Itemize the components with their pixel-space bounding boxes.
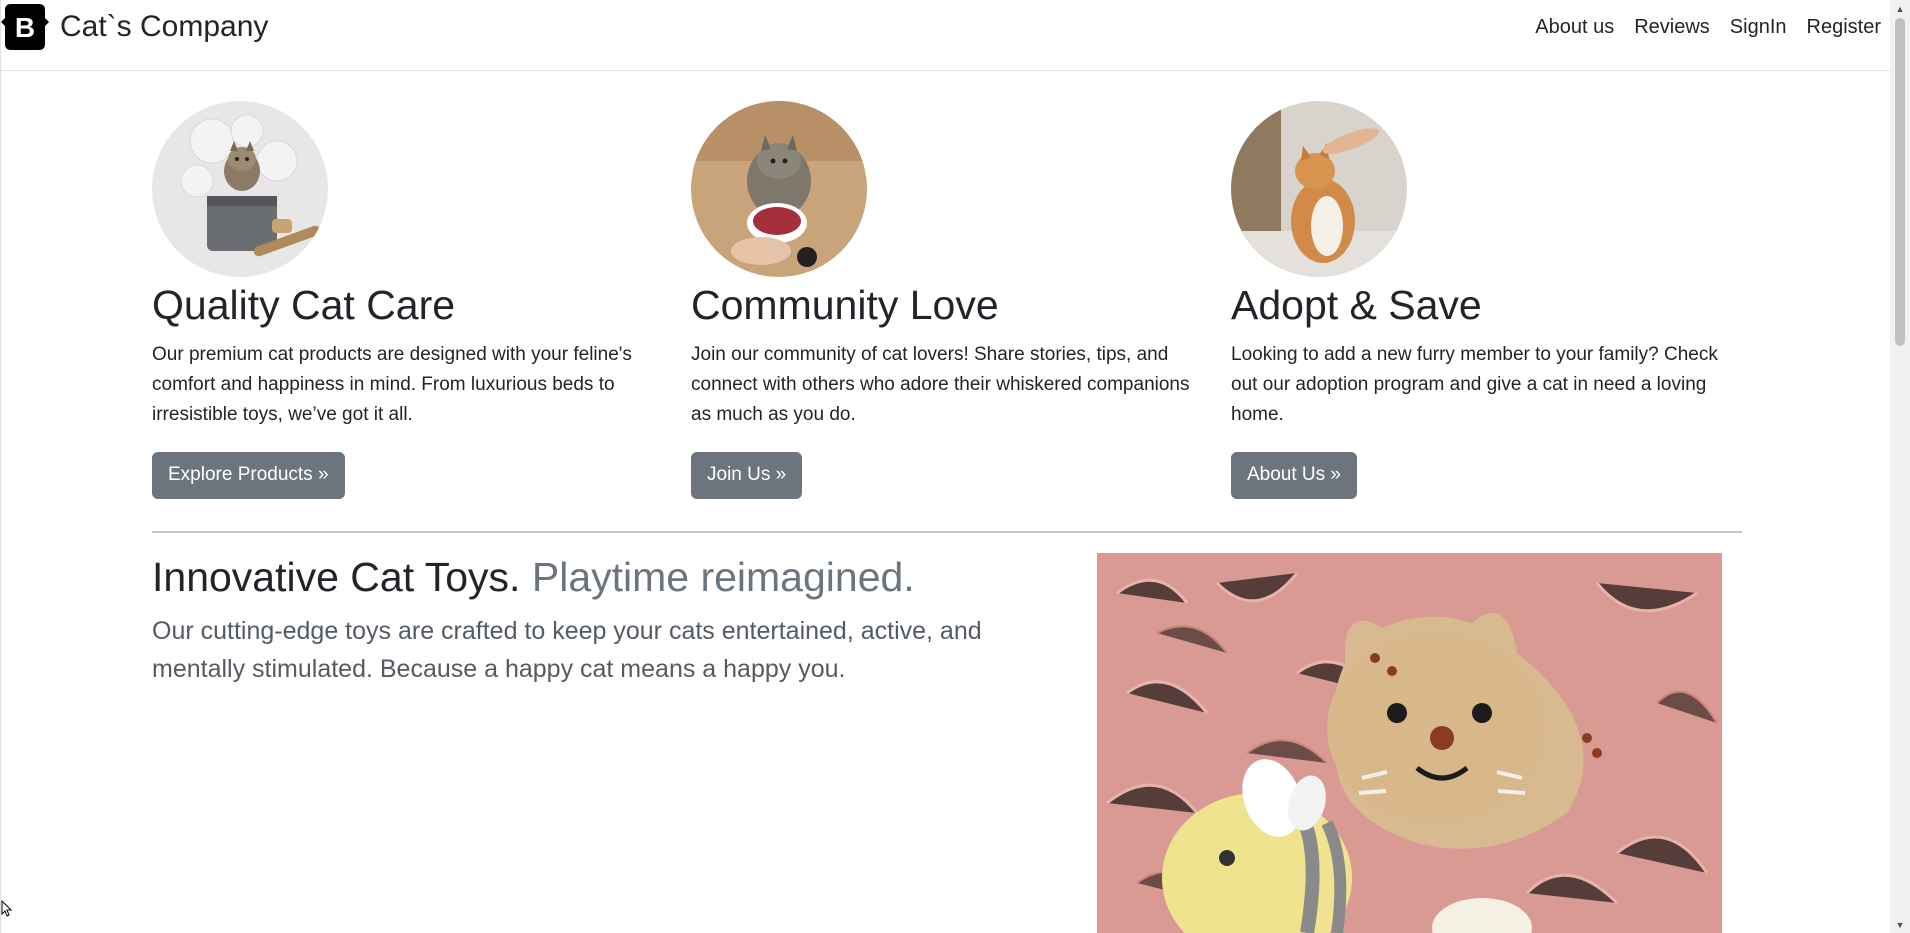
- feature-title: Community Love: [691, 282, 999, 328]
- cat-reaching-hand-image: [1231, 101, 1407, 277]
- featurette-heading: Innovative Cat Toys. Playtime reimagined…: [152, 553, 1052, 602]
- join-us-button[interactable]: Join Us »: [691, 452, 803, 499]
- featurette-heading-muted: Playtime reimagined.: [531, 554, 915, 600]
- page: B Cat`s Company About us Reviews SignIn …: [0, 0, 1910, 933]
- scroll-up-arrow-icon[interactable]: ▲: [1890, 0, 1910, 17]
- featurette-divider: [152, 531, 1742, 533]
- cat-toys-image: [1097, 553, 1722, 933]
- feature-adopt-save: Adopt & Save Looking to add a new furry …: [1231, 101, 1746, 499]
- explore-products-button[interactable]: Explore Products »: [152, 452, 345, 499]
- about-us-button[interactable]: About Us »: [1231, 452, 1357, 499]
- feature-title: Adopt & Save: [1231, 282, 1482, 328]
- feature-text: Our premium cat products are designed wi…: [152, 344, 632, 426]
- main-nav: About us Reviews SignIn Register: [1525, 10, 1891, 45]
- scroll-down-arrow-icon[interactable]: ▼: [1890, 916, 1910, 933]
- scrollbar-thumb[interactable]: [1895, 18, 1905, 346]
- navbar: B Cat`s Company About us Reviews SignIn …: [1, 0, 1891, 71]
- featurette-lead: Our cutting-edge toys are crafted to kee…: [152, 617, 982, 684]
- svg-text:B: B: [15, 12, 35, 43]
- mouse-cursor-icon: [1, 899, 13, 918]
- page-scrollbar[interactable]: ▲ ▼: [1890, 0, 1910, 933]
- brand-link[interactable]: B Cat`s Company: [1, 4, 268, 50]
- feature-text: Join our community of cat lovers! Share …: [691, 344, 1190, 426]
- nav-register[interactable]: Register: [1797, 10, 1891, 45]
- feature-title: Quality Cat Care: [152, 282, 456, 328]
- nav-signin[interactable]: SignIn: [1720, 10, 1797, 45]
- featurette-heading-main: Innovative Cat Toys.: [152, 554, 521, 600]
- feature-quality-cat-care: Quality Cat Care Our premium cat product…: [152, 101, 667, 499]
- featurette-cat-toys: Innovative Cat Toys. Playtime reimagined…: [152, 553, 1052, 688]
- feature-text: Looking to add a new furry member to you…: [1231, 344, 1718, 426]
- brand-name: Cat`s Company: [60, 10, 269, 43]
- cat-eating-image: [691, 101, 867, 277]
- feature-community-love: Community Love Join our community of cat…: [691, 101, 1206, 499]
- bootstrap-logo-icon: B: [1, 4, 49, 50]
- nav-reviews[interactable]: Reviews: [1624, 10, 1720, 45]
- cat-in-bucket-image: [152, 101, 328, 277]
- nav-about-us[interactable]: About us: [1525, 10, 1624, 45]
